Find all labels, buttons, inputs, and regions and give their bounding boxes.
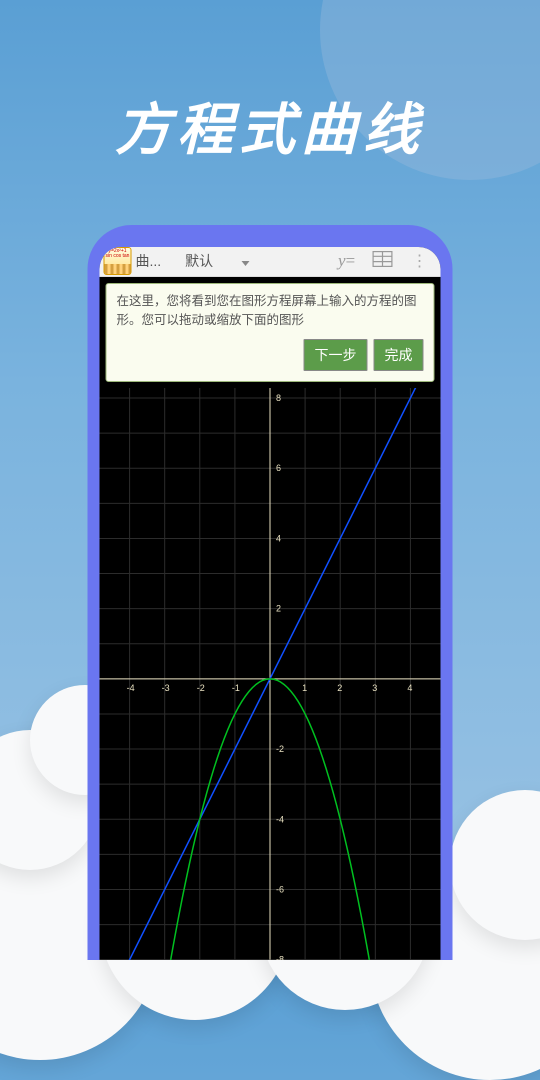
next-button[interactable]: 下一步 — [304, 339, 368, 371]
svg-text:-1: -1 — [232, 683, 240, 693]
tutorial-tooltip: 在这里，您将看到您在图形方程屏幕上输入的方程的图形。您可以拖动或缩放下面的图形 … — [106, 283, 435, 383]
svg-text:-2: -2 — [197, 683, 205, 693]
svg-text:-4: -4 — [127, 683, 135, 693]
svg-text:3: 3 — [372, 683, 377, 693]
tab-curves[interactable]: 曲... — [136, 251, 162, 271]
graph-canvas[interactable]: -4 -3 -2 -1 1 2 3 4 -8 -6 -4 -2 2 4 6 8 — [100, 388, 441, 960]
svg-text:-3: -3 — [162, 683, 170, 693]
chevron-down-icon — [241, 261, 249, 266]
svg-text:4: 4 — [276, 534, 281, 544]
svg-text:4: 4 — [407, 683, 412, 693]
svg-text:6: 6 — [276, 464, 281, 474]
svg-text:1: 1 — [302, 683, 307, 693]
svg-text:8: 8 — [276, 393, 281, 403]
svg-text:-8: -8 — [276, 955, 284, 960]
svg-text:-2: -2 — [276, 744, 284, 754]
screen: y=2x²+1sin cos tan 曲... 默认 y= ⋮ 在这里，您将看到… — [100, 247, 441, 960]
preset-dropdown-label: 默认 — [185, 251, 213, 271]
table-icon[interactable] — [365, 251, 401, 272]
svg-text:-4: -4 — [276, 815, 284, 825]
preset-dropdown[interactable]: 默认 — [185, 251, 249, 271]
equation-icon[interactable]: y= — [329, 251, 365, 271]
svg-text:2: 2 — [276, 604, 281, 614]
app-icon[interactable]: y=2x²+1sin cos tan — [104, 247, 132, 275]
toolbar: y=2x²+1sin cos tan 曲... 默认 y= ⋮ — [100, 247, 441, 277]
menu-icon[interactable]: ⋮ — [401, 251, 437, 271]
svg-text:-6: -6 — [276, 885, 284, 895]
tutorial-text: 在这里，您将看到您在图形方程屏幕上输入的方程的图形。您可以拖动或缩放下面的图形 — [117, 292, 424, 330]
phone-frame: y=2x²+1sin cos tan 曲... 默认 y= ⋮ 在这里，您将看到… — [88, 225, 453, 960]
page-title: 方程式曲线 — [0, 85, 540, 166]
svg-text:2: 2 — [337, 683, 342, 693]
done-button[interactable]: 完成 — [374, 339, 424, 371]
